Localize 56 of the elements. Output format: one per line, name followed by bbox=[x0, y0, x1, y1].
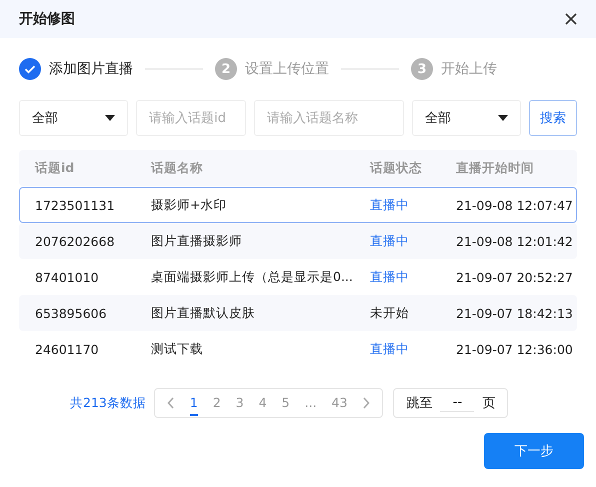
page-link[interactable]: 43 bbox=[332, 390, 348, 416]
status-text: 直播中 bbox=[370, 196, 410, 214]
table-cell-text: 1723501131 bbox=[34, 198, 116, 212]
table-cell-text: 图片直播摄影师 bbox=[151, 232, 243, 250]
type-select[interactable]: 全部 bbox=[19, 100, 128, 136]
table-cell-text: 桌面端摄影师上传（总是显示是0... bbox=[151, 268, 354, 286]
table-cell-text: 图片直播默认皮肤 bbox=[151, 304, 256, 322]
table-row[interactable]: 87401010 桌面端摄影师上传（总是显示是0... 直播中 21-09-07 20:52:27 bbox=[19, 259, 577, 295]
table-row[interactable]: 1723501131 摄影师+水印 直播中 21-09-08 12:07:47 bbox=[19, 187, 577, 223]
step-label: 添加图片直播 bbox=[49, 60, 133, 78]
table-row[interactable]: 2076202668 图片直播摄影师 直播中 21-09-08 12:01:42 bbox=[19, 223, 577, 259]
table-cell: 21-09-07 20:52:27 bbox=[456, 270, 573, 284]
page-link[interactable]: 1 bbox=[190, 390, 198, 416]
chevron-left-icon[interactable] bbox=[166, 397, 175, 409]
total-count: 共213条数据 bbox=[70, 394, 146, 412]
page-link[interactable]: 3 bbox=[236, 390, 244, 416]
table-cell-text: 24601170 bbox=[34, 342, 100, 356]
status-text: 直播中 bbox=[370, 340, 410, 358]
step-label: 设置上传位置 bbox=[245, 60, 329, 78]
window-title: 开始修图 bbox=[19, 10, 75, 28]
status-text: 直播中 bbox=[370, 232, 410, 250]
page-link[interactable]: 4 bbox=[258, 390, 267, 416]
table-cell: 21-09-08 12:07:47 bbox=[456, 198, 573, 212]
dropdown-icon bbox=[105, 115, 116, 121]
page-suffix: 页 bbox=[482, 395, 496, 412]
column-header: 话题状态 bbox=[370, 160, 423, 176]
column-header: 话题名称 bbox=[151, 160, 204, 176]
table-cell-text: 测试下载 bbox=[151, 340, 204, 358]
table-cell: 21-09-08 12:01:42 bbox=[456, 234, 573, 248]
table-cell-text: 87401010 bbox=[34, 270, 100, 284]
next-button[interactable]: 下一步 bbox=[484, 433, 584, 469]
table-cell-text: 摄影师+水印 bbox=[151, 196, 228, 214]
table-cell: 21-09-07 12:36:00 bbox=[456, 342, 573, 356]
page-link[interactable]: 5 bbox=[282, 390, 290, 416]
status-select[interactable]: 全部 bbox=[412, 100, 522, 136]
chevron-right-icon[interactable] bbox=[362, 397, 370, 409]
jump-label: 跳至 bbox=[406, 395, 432, 412]
table-row[interactable]: 24601170 测试下载 直播中 21-09-07 12:36:00 bbox=[19, 331, 577, 367]
step-label: 开始上传 bbox=[441, 60, 497, 78]
table-row[interactable]: 653895606 图片直播默认皮肤 未开始 21-09-07 18:42:13 bbox=[19, 295, 577, 331]
page-link[interactable]: 2 bbox=[212, 390, 221, 416]
table-cell: 21-09-07 18:42:13 bbox=[456, 306, 573, 320]
close-icon[interactable] bbox=[564, 12, 578, 26]
status-text: 直播中 bbox=[370, 268, 410, 286]
page-link[interactable]: ... bbox=[304, 390, 317, 416]
dropdown-icon bbox=[498, 115, 508, 121]
topic-name-field[interactable]: 请输入话题名称 bbox=[254, 100, 404, 136]
step-number: 2 bbox=[215, 58, 237, 80]
search-button[interactable]: 搜索 bbox=[529, 100, 577, 136]
status-text: 未开始 bbox=[370, 304, 410, 322]
step-number: 3 bbox=[411, 58, 433, 80]
table-cell-text: 653895606 bbox=[34, 306, 108, 320]
column-header: 话题id bbox=[34, 160, 76, 176]
column-header: 直播开始时间 bbox=[456, 160, 534, 176]
topic-id-field[interactable]: 请输入话题id bbox=[136, 100, 246, 136]
table-cell-text: 2076202668 bbox=[34, 234, 116, 248]
